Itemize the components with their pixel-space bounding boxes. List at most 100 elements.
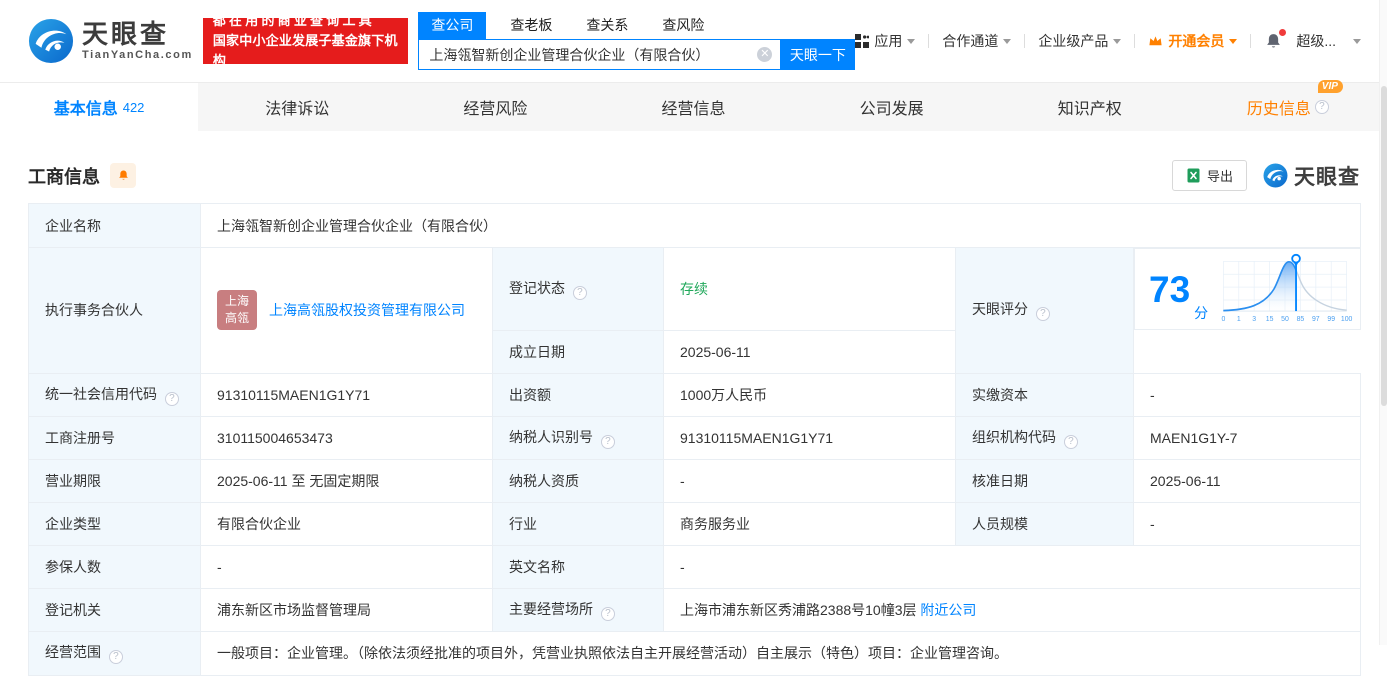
field-label-reg-authority: 登记机关 — [28, 587, 201, 632]
value-text: 310115004653473 — [217, 429, 333, 446]
value-text: 商务服务业 — [680, 515, 750, 532]
notifications-bell[interactable] — [1264, 28, 1287, 51]
score-axis-label: 50 — [1281, 316, 1289, 323]
field-label-business-term: 营业期限 — [28, 458, 201, 503]
tab-legal-proceedings[interactable]: 法律诉讼 — [198, 83, 396, 131]
label-text: 行业 — [509, 515, 537, 532]
status-badge: 存续 — [680, 280, 708, 297]
search-tab-risk[interactable]: 查风险 — [652, 12, 714, 39]
score-axis-label: 15 — [1266, 316, 1274, 323]
tab-ip-label: 知识产权 — [1057, 101, 1122, 118]
help-icon[interactable] — [1063, 434, 1078, 449]
search-input[interactable] — [418, 39, 781, 70]
value-text: - — [1150, 515, 1155, 532]
chevron-down-icon — [1003, 38, 1012, 44]
nav-divider — [1134, 34, 1136, 48]
subscribe-bell-button[interactable] — [110, 163, 136, 188]
tianyancha-logo-icon — [28, 18, 74, 64]
help-icon[interactable] — [600, 434, 615, 449]
tab-intellectual-property[interactable]: 知识产权 — [991, 83, 1189, 131]
field-value-company-type: 有限合伙企业 — [200, 501, 493, 546]
scrollbar-thumb[interactable] — [1381, 86, 1387, 406]
score-axis-label: 1 — [1237, 316, 1241, 323]
partner-avatar-badge[interactable]: 上海 高瓴 — [217, 290, 257, 331]
score-axis-label: 100 — [1341, 316, 1353, 323]
field-label-business-site: 主要经营场所 — [492, 587, 664, 632]
search-area: 查公司 查老板 查关系 查风险 天眼一下 — [418, 12, 856, 70]
partner-company-link[interactable]: 上海高瓴股权投资管理有限公司 — [269, 300, 465, 320]
search-tab-relation[interactable]: 查关系 — [576, 12, 638, 39]
tab-operation-info[interactable]: 经营信息 — [594, 83, 792, 131]
field-label-est-date: 成立日期 — [492, 329, 664, 374]
bell-icon — [118, 170, 128, 180]
score-unit: 分 — [1194, 305, 1209, 321]
tianyancha-watermark: 天眼查 — [1263, 161, 1360, 191]
logo-text-en: TianYanCha.com — [82, 48, 193, 61]
help-icon[interactable] — [600, 606, 615, 621]
tianyancha-watermark-icon — [1263, 163, 1288, 188]
value-text: MAEN1G1Y-7 — [1150, 429, 1238, 446]
value-text: 浦东新区市场监督管理局 — [217, 601, 371, 618]
page-scrollbar[interactable] — [1379, 0, 1387, 645]
nav-enterprise-products[interactable]: 企业级产品 — [1038, 31, 1122, 51]
value-text: - — [680, 558, 685, 575]
field-label-paid-capital: 实缴资本 — [955, 372, 1134, 417]
field-label-english-name: 英文名称 — [492, 544, 664, 589]
field-label-tianyan-score: 天眼评分 — [955, 247, 1134, 374]
field-value-reg-authority: 浦东新区市场监督管理局 — [200, 587, 493, 632]
label-text: 统一社会信用代码 — [45, 385, 157, 402]
help-icon[interactable] — [1314, 100, 1329, 114]
score-axis-label: 99 — [1328, 316, 1336, 323]
nav-divider — [928, 34, 930, 48]
field-value-executive-partner: 上海 高瓴 上海高瓴股权投资管理有限公司 — [200, 247, 493, 374]
field-value-industry: 商务服务业 — [663, 501, 956, 546]
value-text: - — [1150, 386, 1155, 403]
nav-apps[interactable]: 应用 — [855, 31, 916, 51]
value-text: 有限合伙企业 — [217, 515, 301, 532]
label-text: 组织机构代码 — [972, 428, 1056, 445]
help-icon[interactable] — [164, 391, 179, 406]
field-value-org-code: MAEN1G1Y-7 — [1132, 415, 1362, 460]
field-label-industry: 行业 — [492, 501, 664, 546]
nav-partner-channel[interactable]: 合作通道 — [942, 31, 1012, 51]
score-axis-label: 97 — [1312, 316, 1320, 323]
business-info-header: 工商信息 导出 天眼查 — [28, 160, 1360, 191]
nav-account[interactable]: 超级... — [1296, 31, 1361, 51]
export-button[interactable]: 导出 — [1171, 160, 1247, 191]
field-value-capital: 1000万人民币 — [663, 372, 956, 417]
nearby-companies-link[interactable]: 附近公司 — [920, 602, 976, 618]
label-text: 登记机关 — [45, 601, 101, 618]
tab-basic-info-label: 基本信息 — [53, 101, 118, 118]
label-text: 出资额 — [509, 386, 551, 403]
help-icon[interactable] — [1035, 307, 1050, 322]
help-icon[interactable] — [108, 650, 123, 664]
tab-basic-info[interactable]: 基本信息 422 — [0, 83, 199, 131]
value-text: 2025-06-11 — [1150, 472, 1221, 489]
nav-partner-label: 合作通道 — [942, 33, 999, 49]
search-tab-boss[interactable]: 查老板 — [500, 12, 562, 39]
tianyancha-logo[interactable]: 天眼查 TianYanCha.com — [28, 18, 193, 64]
search-tab-company[interactable]: 查公司 — [418, 12, 487, 39]
field-value-reg-number: 310115004653473 — [200, 415, 493, 460]
help-icon[interactable] — [572, 285, 587, 300]
tab-operation-label: 经营信息 — [661, 101, 726, 118]
search-button[interactable]: 天眼一下 — [780, 39, 856, 70]
business-info-table: 企业名称 上海瓴智新创企业管理合伙企业（有限合伙） 执行事务合伙人 上海 高瓴 … — [28, 203, 1362, 676]
value-text: 上海市浦东新区秀浦路2388号10幢3层 — [680, 601, 917, 618]
field-label-business-scope: 经营范围 — [28, 630, 201, 676]
tab-history-info[interactable]: 历史信息 VIP — [1189, 80, 1387, 131]
field-label-executive-partner: 执行事务合伙人 — [28, 247, 201, 374]
badge-line1: 上海 — [224, 293, 249, 308]
field-label-capital: 出资额 — [492, 372, 664, 417]
nav-open-vip[interactable]: 开通会员 — [1148, 31, 1238, 51]
nav-enterprise-label: 企业级产品 — [1038, 33, 1109, 49]
label-text: 登记状态 — [509, 279, 565, 296]
tab-company-development[interactable]: 公司发展 — [793, 83, 991, 131]
logo-text-cn: 天眼查 — [82, 19, 170, 50]
tab-operation-risk[interactable]: 经营风险 — [396, 83, 594, 131]
chevron-down-icon — [907, 38, 916, 44]
field-value-business-scope: 一般项目：企业管理。（除依法须经批准的项目外，凭营业执照依法自主开展经营活动）自… — [199, 630, 1362, 676]
field-value-tianyan-score[interactable]: 73 分 0 1 3 15 50 85 97 99 100 — [1134, 248, 1361, 330]
field-value-english-name: - — [662, 544, 1362, 589]
label-text: 工商注册号 — [45, 429, 115, 446]
